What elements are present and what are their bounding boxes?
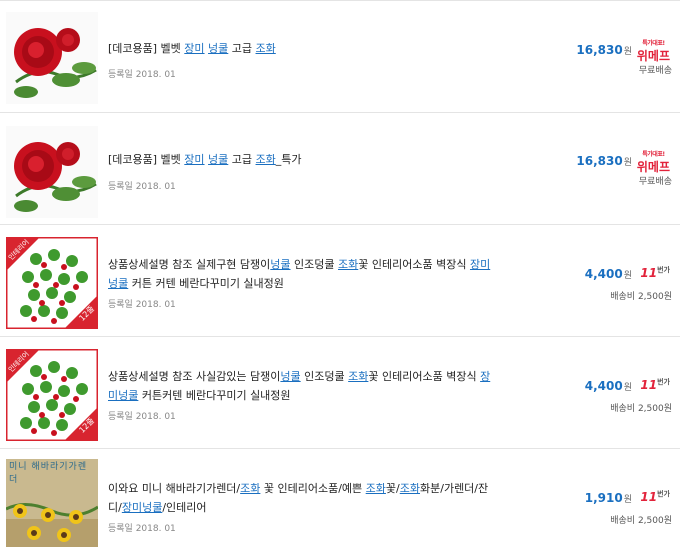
title-text: 인조덩쿨 — [290, 258, 339, 271]
product-title[interactable]: 상품상세설명 참조 실제구현 담쟁이넝쿨 인조덩쿨 조화꽃 인테리어소품 벽장식… — [108, 255, 498, 293]
title-keyword: 조화 — [255, 153, 276, 166]
title-keyword: 장미 — [184, 153, 205, 166]
title-text: [데코용품] 벨벳 — [108, 42, 185, 55]
shipping-info: 배송비 2,500원 — [610, 292, 672, 302]
thumbnail-caption: 미니 해바라기가렌더 — [9, 462, 88, 485]
registration-date: 등록일 2018. 01 — [108, 182, 176, 192]
shipping-info: 무료배송 — [638, 66, 672, 76]
title-text: 인조덩쿨 — [300, 370, 349, 383]
11st-logo[interactable]: 11번가 — [640, 265, 670, 280]
title-text: 꽃 인테리어소품 벽장식 — [368, 370, 481, 383]
title-text: 고급 — [228, 42, 256, 55]
title-text: 이와요 미니 해바라기가렌더/ — [108, 482, 241, 495]
title-text: 꽃 인테리어소품/예쁜 — [260, 482, 366, 495]
shipping-info: 배송비 2,500원 — [610, 404, 672, 414]
title-keyword: 넝쿨 — [280, 370, 301, 383]
product-item[interactable]: 인테리어 12줄 상품상세설명 참조 실제구현 담쟁이넝쿨 인조덩쿨 조화꽃 인… — [0, 224, 680, 336]
title-text: _특가 — [275, 153, 302, 166]
title-text: [데코용품] 벨벳 — [108, 153, 185, 166]
product-price[interactable]: 16,830원 — [576, 154, 632, 168]
product-thumbnail[interactable] — [6, 12, 98, 104]
title-text: 커튼 커텐 베란다꾸미기 실내정원 — [128, 277, 284, 290]
shipping-info: 배송비 2,500원 — [610, 516, 672, 526]
product-item[interactable]: [데코용품] 벨벳 장미 넝쿨 고급 조화 등록일 2018. 01 16,83… — [0, 0, 680, 112]
wemakeprice-logo[interactable]: 특가대표! 위메프 — [637, 38, 670, 64]
title-text: 상품상세설명 참조 사실감있는 담쟁이 — [108, 370, 281, 383]
11st-logo[interactable]: 11번가 — [640, 489, 670, 504]
rose-image — [6, 12, 98, 104]
title-keyword: 조화 — [365, 482, 386, 495]
title-keyword: 조화 — [399, 482, 420, 495]
title-keyword: 조화 — [255, 42, 276, 55]
registration-date: 등록일 2018. 01 — [108, 524, 176, 534]
title-keyword: 넝쿨 — [208, 153, 229, 166]
product-price[interactable]: 1,910원 — [585, 491, 632, 505]
product-title[interactable]: [데코용품] 벨벳 장미 넝쿨 고급 조화_특가 — [108, 150, 498, 169]
product-title[interactable]: 상품상세설명 참조 사실감있는 담쟁이넝쿨 인조덩쿨 조화꽃 인테리어소품 벽장… — [108, 367, 498, 405]
rose-image — [6, 126, 98, 218]
title-keyword: 조화 — [240, 482, 261, 495]
registration-date: 등록일 2018. 01 — [108, 412, 176, 422]
title-text: /인테리어 — [162, 501, 207, 514]
title-keyword: 넝쿨 — [270, 258, 291, 271]
product-thumbnail[interactable]: 인테리어 12줄 — [6, 349, 98, 441]
product-price[interactable]: 16,830원 — [576, 43, 632, 57]
product-thumbnail[interactable]: 미니 해바라기가렌더 — [6, 459, 98, 547]
title-keyword: 장미 — [184, 42, 205, 55]
registration-date: 등록일 2018. 01 — [108, 300, 176, 310]
product-thumbnail[interactable] — [6, 126, 98, 218]
registration-date: 등록일 2018. 01 — [108, 70, 176, 80]
11st-logo[interactable]: 11번가 — [640, 377, 670, 392]
shipping-info: 무료배송 — [638, 177, 672, 187]
title-text: 상품상세설명 참조 실제구현 담쟁이 — [108, 258, 271, 271]
product-thumbnail[interactable]: 인테리어 12줄 — [6, 237, 98, 329]
product-price[interactable]: 4,400원 — [585, 379, 632, 393]
product-price[interactable]: 4,400원 — [585, 267, 632, 281]
product-title[interactable]: [데코용품] 벨벳 장미 넝쿨 고급 조화 — [108, 39, 498, 58]
title-keyword: 조화 — [348, 370, 369, 383]
title-text: 꽃/ — [385, 482, 400, 495]
title-text: 고급 — [228, 153, 256, 166]
title-text: 커튼커텐 베란다꾸미기 실내정원 — [138, 389, 291, 402]
product-item[interactable]: 인테리어 12줄 상품상세설명 참조 사실감있는 담쟁이넝쿨 인조덩쿨 조화꽃 … — [0, 336, 680, 448]
title-text: 꽃 인테리어소품 벽장식 — [358, 258, 470, 271]
product-title[interactable]: 이와요 미니 해바라기가렌더/조화 꽃 인테리어소품/예쁜 조화꽃/조화화분/가… — [108, 479, 498, 517]
title-keyword: 장미넝쿨 — [121, 501, 163, 514]
wemakeprice-logo[interactable]: 특가대표! 위메프 — [637, 149, 670, 175]
title-keyword: 넝쿨 — [208, 42, 229, 55]
title-keyword: 조화 — [338, 258, 359, 271]
product-item[interactable]: 미니 해바라기가렌더 이와요 미니 해바라기가렌더/조화 꽃 인테리어소품/예쁜… — [0, 448, 680, 548]
product-item[interactable]: [데코용품] 벨벳 장미 넝쿨 고급 조화_특가 등록일 2018. 01 16… — [0, 112, 680, 224]
product-list: [데코용품] 벨벳 장미 넝쿨 고급 조화 등록일 2018. 01 16,83… — [0, 0, 680, 548]
